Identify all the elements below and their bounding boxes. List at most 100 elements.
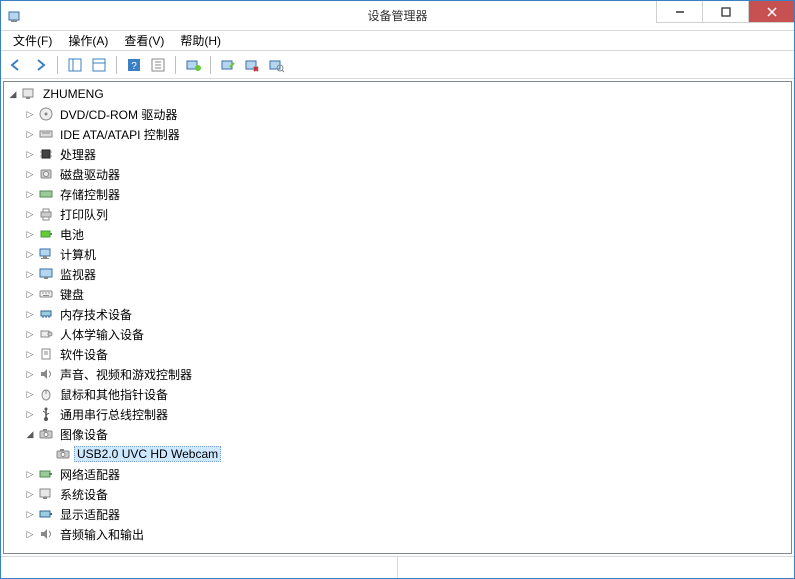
tree-label: 音频输入和输出 <box>57 525 147 544</box>
chevron-right-icon[interactable] <box>23 307 37 321</box>
status-cell <box>1 557 398 578</box>
chevron-right-icon[interactable] <box>23 527 37 541</box>
tree-node-print[interactable]: 打印队列 <box>21 204 791 224</box>
chevron-down-icon[interactable] <box>6 87 20 101</box>
chevron-down-icon[interactable] <box>23 427 37 441</box>
tree-node-hid[interactable]: 人体学输入设备 <box>21 324 791 344</box>
toolbar-separator <box>116 56 117 74</box>
tree-label: 声音、视频和游戏控制器 <box>57 365 195 384</box>
chevron-right-icon[interactable] <box>23 107 37 121</box>
chevron-right-icon[interactable] <box>23 187 37 201</box>
menu-file[interactable]: 文件(F) <box>5 30 60 51</box>
tree-label: 处理器 <box>57 145 99 164</box>
tree-node-dvd[interactable]: DVD/CD-ROM 驱动器 <box>21 104 791 124</box>
forward-button[interactable] <box>29 54 51 76</box>
help-button[interactable]: ? <box>123 54 145 76</box>
statusbar <box>1 556 794 578</box>
tree-node-audio[interactable]: 声音、视频和游戏控制器 <box>21 364 791 384</box>
disk-icon <box>38 166 54 182</box>
usb-icon <box>38 406 54 422</box>
chevron-right-icon[interactable] <box>23 227 37 241</box>
tree-node-ide[interactable]: IDE ATA/ATAPI 控制器 <box>21 124 791 144</box>
chevron-right-icon[interactable] <box>23 507 37 521</box>
menu-view[interactable]: 查看(V) <box>116 30 172 51</box>
show-hide-tree-button[interactable] <box>64 54 86 76</box>
tree-node-battery[interactable]: 电池 <box>21 224 791 244</box>
tree-label: 监视器 <box>57 265 99 284</box>
tree-node-storage[interactable]: 存储控制器 <box>21 184 791 204</box>
tree-label: 计算机 <box>57 245 99 264</box>
dvd-icon <box>38 106 54 122</box>
update-driver-button[interactable] <box>182 54 204 76</box>
tree-label: 系统设备 <box>57 485 111 504</box>
titlebar: 设备管理器 <box>1 1 794 31</box>
chevron-right-icon[interactable] <box>23 267 37 281</box>
chevron-right-icon[interactable] <box>23 167 37 181</box>
network-icon <box>38 466 54 482</box>
tree-node-display[interactable]: 显示适配器 <box>21 504 791 524</box>
chevron-right-icon[interactable] <box>23 327 37 341</box>
tree-label: DVD/CD-ROM 驱动器 <box>57 105 180 124</box>
chevron-right-icon[interactable] <box>23 287 37 301</box>
tree-label: 存储控制器 <box>57 185 123 204</box>
menu-action[interactable]: 操作(A) <box>60 30 116 51</box>
device-tree[interactable]: ZHUMENG DVD/CD-ROM 驱动器 IDE ATA/ATAPI 控制器… <box>3 81 792 554</box>
chevron-right-icon[interactable] <box>23 207 37 221</box>
chevron-right-icon[interactable] <box>23 247 37 261</box>
webcam-icon <box>55 446 71 462</box>
tree-node-network[interactable]: 网络适配器 <box>21 464 791 484</box>
tree-node-imaging[interactable]: 图像设备 <box>21 424 791 444</box>
properties-button[interactable] <box>88 54 110 76</box>
maximize-button[interactable] <box>702 1 748 23</box>
chevron-right-icon[interactable] <box>23 407 37 421</box>
uninstall-button[interactable] <box>241 54 263 76</box>
tree-label: 鼠标和其他指针设备 <box>57 385 171 404</box>
keyboard-icon <box>38 286 54 302</box>
chevron-right-icon[interactable] <box>23 347 37 361</box>
tree-root[interactable]: ZHUMENG <box>4 84 791 104</box>
tree-node-cpu[interactable]: 处理器 <box>21 144 791 164</box>
chevron-right-icon[interactable] <box>23 127 37 141</box>
tree-node-system[interactable]: 系统设备 <box>21 484 791 504</box>
tree-label: 磁盘驱动器 <box>57 165 123 184</box>
toolbar-separator <box>175 56 176 74</box>
status-cell <box>398 557 794 578</box>
scan-hardware-button[interactable] <box>265 54 287 76</box>
monitor-icon <box>38 266 54 282</box>
window-controls <box>656 1 794 23</box>
back-button[interactable] <box>5 54 27 76</box>
menubar: 文件(F) 操作(A) 查看(V) 帮助(H) <box>1 31 794 51</box>
tree-label: 图像设备 <box>57 425 111 444</box>
tree-node-monitor[interactable]: 监视器 <box>21 264 791 284</box>
storage-icon <box>38 186 54 202</box>
tree-node-memory[interactable]: 内存技术设备 <box>21 304 791 324</box>
tree-node-keyboard[interactable]: 键盘 <box>21 284 791 304</box>
computer-root-icon <box>21 86 37 102</box>
tree-node-webcam[interactable]: USB2.0 UVC HD Webcam <box>38 444 791 464</box>
tree-node-usb[interactable]: 通用串行总线控制器 <box>21 404 791 424</box>
speaker-icon <box>38 366 54 382</box>
chevron-right-icon[interactable] <box>23 487 37 501</box>
menu-help[interactable]: 帮助(H) <box>172 30 229 51</box>
memory-icon <box>38 306 54 322</box>
computer-icon <box>38 246 54 262</box>
chevron-right-icon[interactable] <box>23 467 37 481</box>
tree-node-mouse[interactable]: 鼠标和其他指针设备 <box>21 384 791 404</box>
app-icon <box>7 8 23 24</box>
view-button[interactable] <box>147 54 169 76</box>
tree-node-computer[interactable]: 计算机 <box>21 244 791 264</box>
tree-node-audioio[interactable]: 音频输入和输出 <box>21 524 791 544</box>
chevron-right-icon[interactable] <box>23 147 37 161</box>
tree-label: 打印队列 <box>57 205 111 224</box>
tree-node-software[interactable]: 软件设备 <box>21 344 791 364</box>
minimize-button[interactable] <box>656 1 702 23</box>
hid-icon <box>38 326 54 342</box>
tree-node-disk[interactable]: 磁盘驱动器 <box>21 164 791 184</box>
printer-icon <box>38 206 54 222</box>
chevron-right-icon[interactable] <box>23 367 37 381</box>
tree-label: 键盘 <box>57 285 87 304</box>
enable-button[interactable] <box>217 54 239 76</box>
close-button[interactable] <box>748 1 794 23</box>
mouse-icon <box>38 386 54 402</box>
chevron-right-icon[interactable] <box>23 387 37 401</box>
